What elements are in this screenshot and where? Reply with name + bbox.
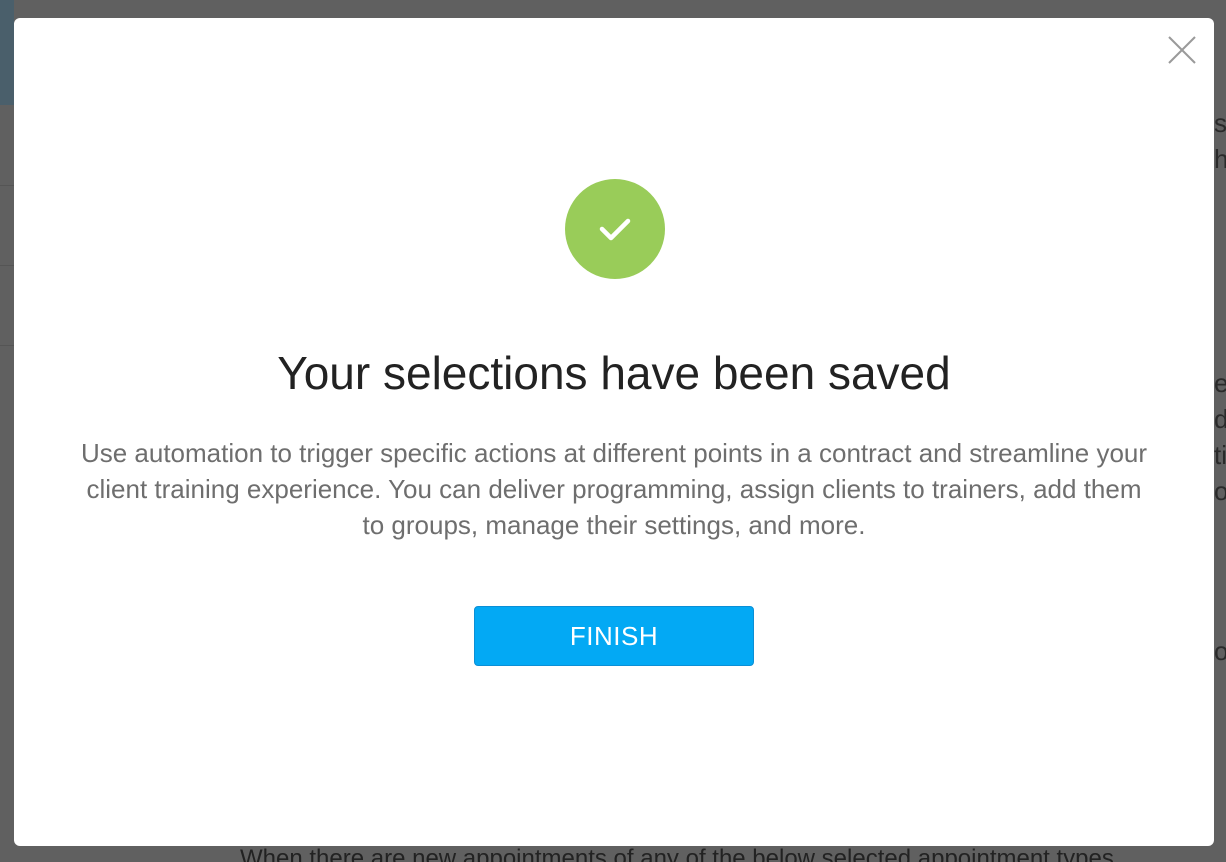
background-text-fragment: se bbox=[1214, 108, 1226, 138]
close-icon[interactable] bbox=[1166, 34, 1198, 66]
background-text-fragment: d bbox=[1214, 404, 1226, 434]
background-divider bbox=[0, 345, 14, 346]
background-divider bbox=[0, 185, 14, 186]
background-text-fragment: o bbox=[1214, 636, 1226, 666]
success-check-badge bbox=[565, 179, 665, 279]
modal-title: Your selections have been saved bbox=[277, 347, 951, 399]
background-text-fragment: ti bbox=[1214, 440, 1226, 470]
finish-button[interactable]: FINISH bbox=[474, 606, 754, 666]
modal-description: Use automation to trigger specific actio… bbox=[80, 438, 1148, 540]
checkmark-icon bbox=[599, 218, 631, 241]
background-divider bbox=[0, 265, 14, 266]
close-button[interactable] bbox=[1166, 34, 1198, 66]
background-text-fragment: h bbox=[1214, 144, 1226, 174]
success-modal: Your selections have been saved Use auto… bbox=[14, 18, 1214, 846]
background-sidebar-strip bbox=[0, 0, 14, 105]
background-text-fragment: ea bbox=[1214, 368, 1226, 398]
background-text-fragment: o bbox=[1214, 476, 1226, 506]
